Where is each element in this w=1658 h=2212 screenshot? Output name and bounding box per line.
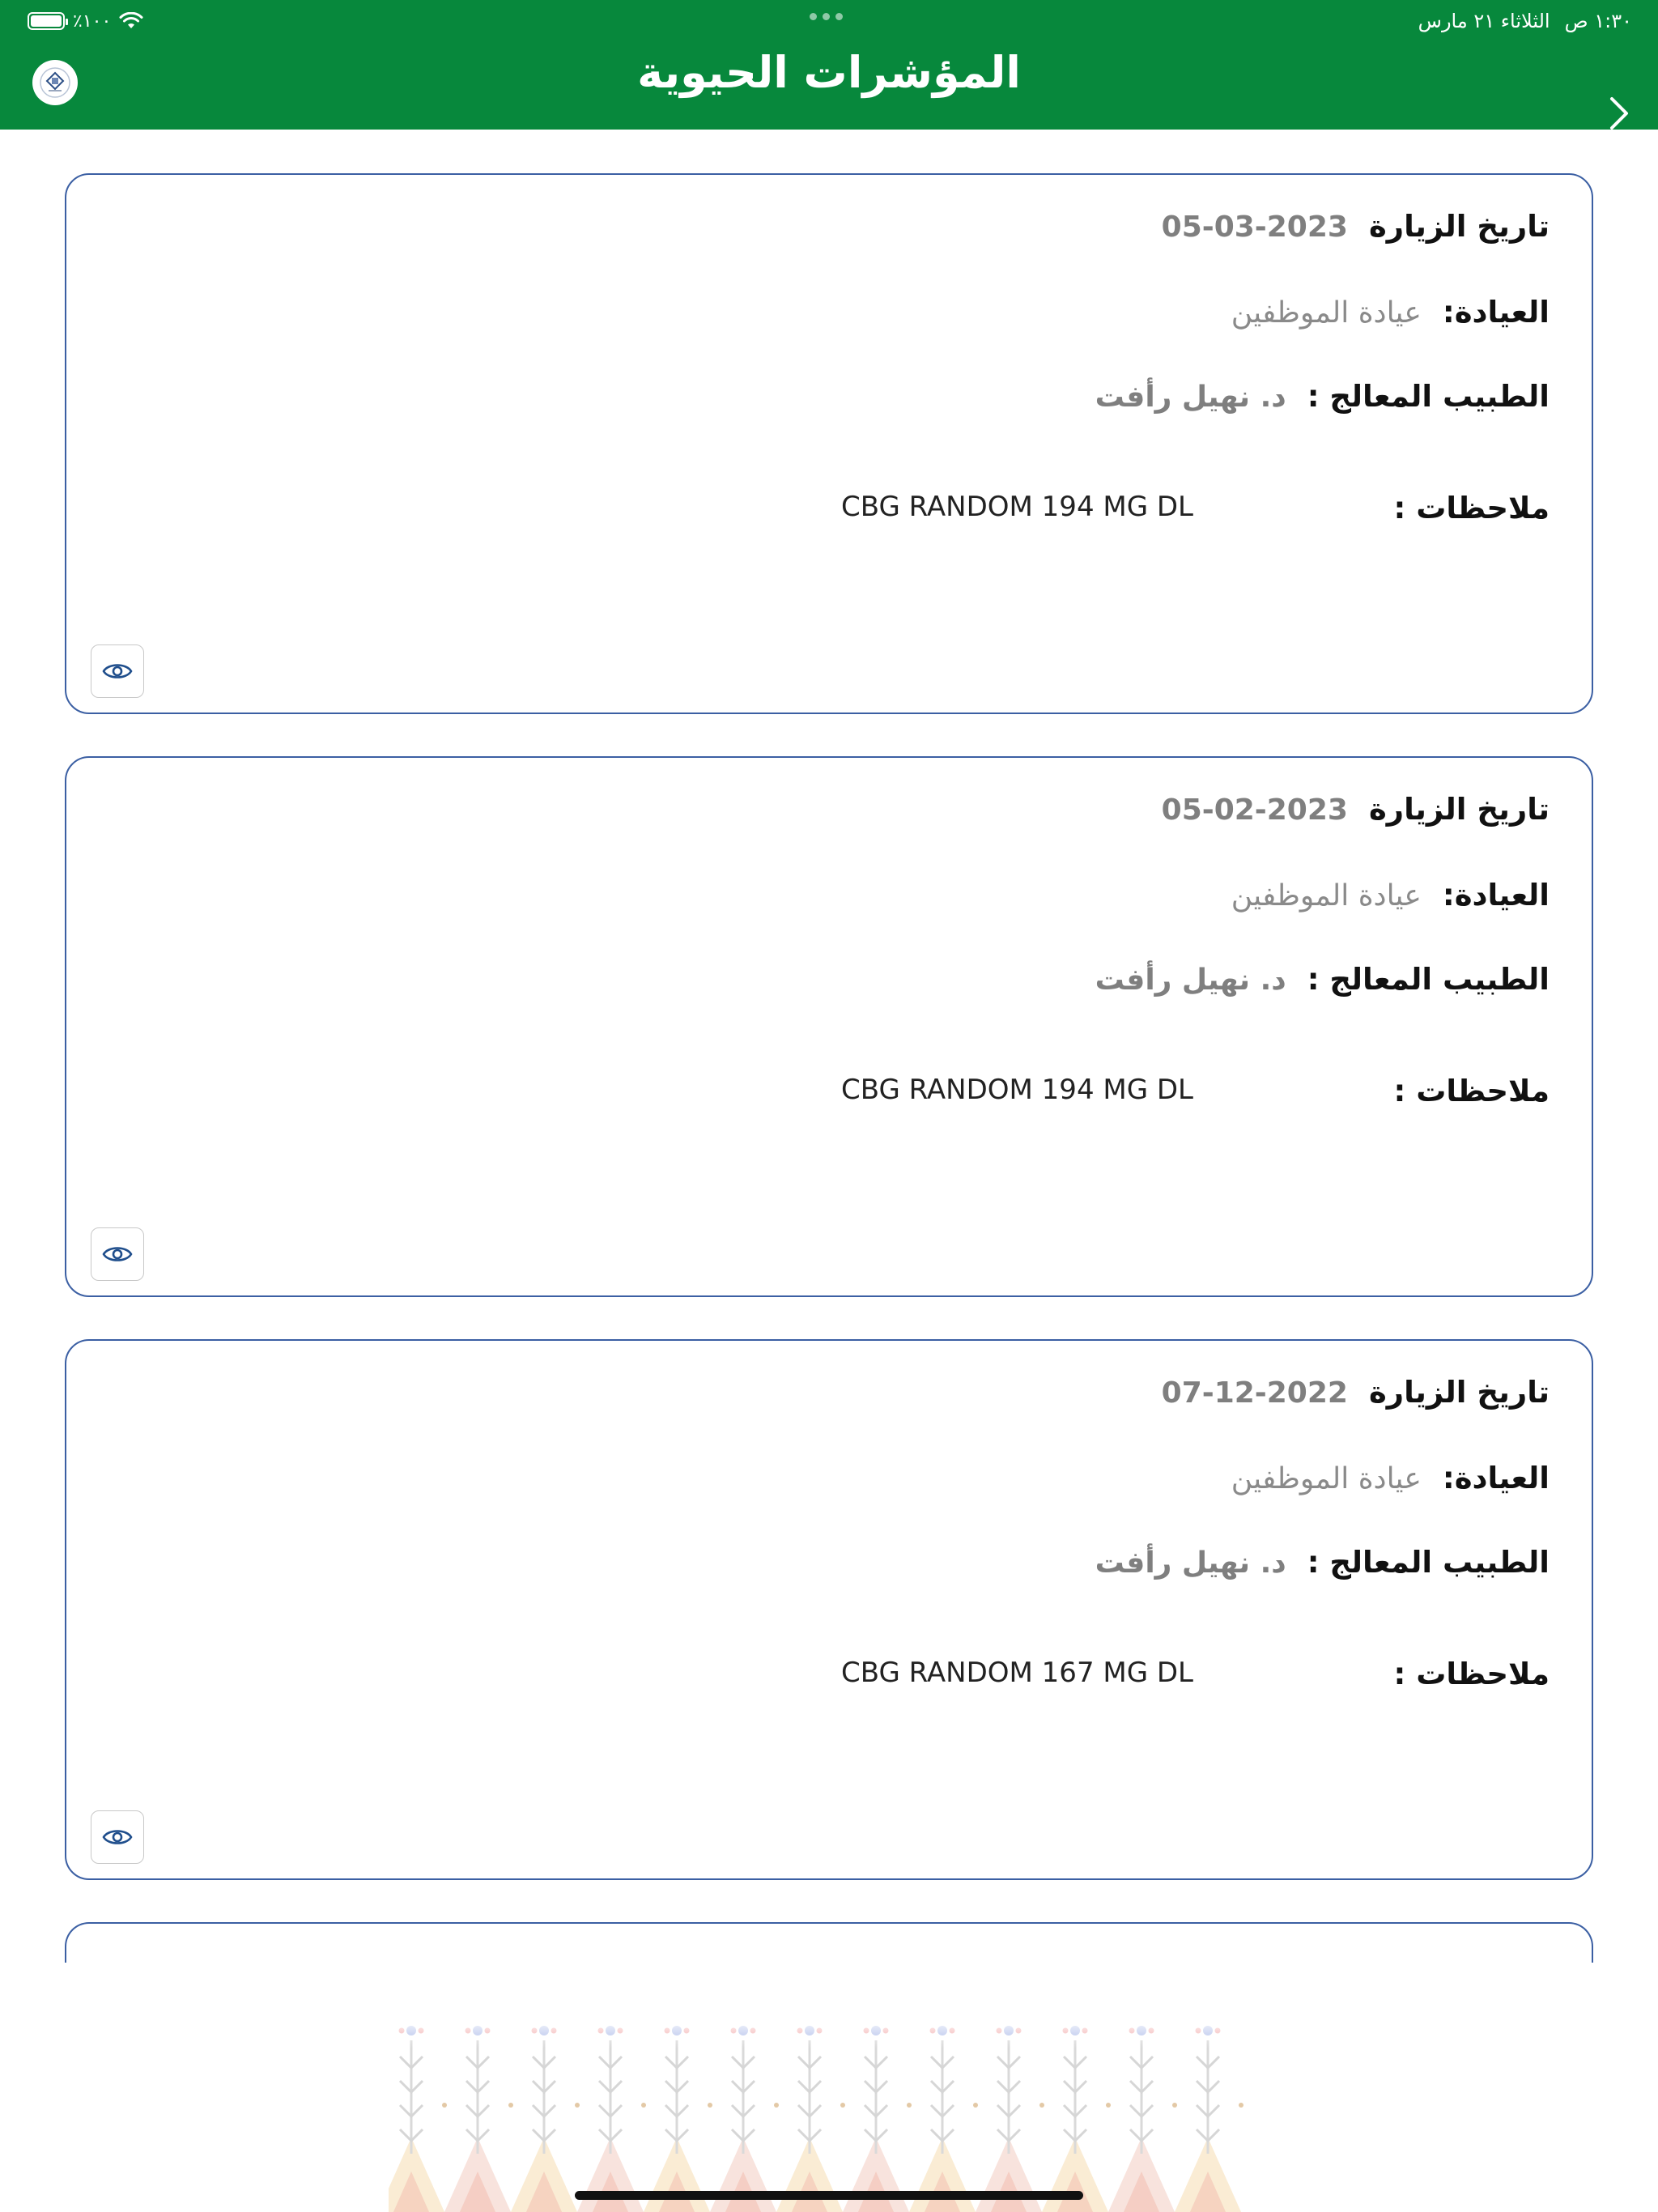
notes-value: CBG RANDOM 167 MG DL <box>841 1657 1193 1689</box>
clinic-value: عيادة الموظفين <box>1231 296 1422 330</box>
visit-date-value: 05-03-2023 <box>1161 211 1348 244</box>
clinic-value: عيادة الموظفين <box>1231 1462 1422 1495</box>
doctor-row: الطبيب المعالج : د. نهيل رأفت <box>1095 379 1550 414</box>
doctor-row: الطبيب المعالج : د. نهيل رأفت <box>1095 962 1550 997</box>
visit-date-label: تاريخ الزيارة <box>1368 792 1550 827</box>
view-details-button[interactable] <box>91 1227 144 1281</box>
visit-card: تاريخ الزيارة 05-03-2023 العيادة: عيادة … <box>65 173 1593 714</box>
doctor-value: د. نهيل رأفت <box>1095 963 1286 997</box>
decorative-pattern <box>389 2016 1263 2212</box>
page-title: المؤشرات الحيوية <box>637 47 1021 98</box>
view-details-button[interactable] <box>91 644 144 698</box>
doctor-value: د. نهيل رأفت <box>1095 1546 1286 1580</box>
clinic-label: العيادة: <box>1442 295 1550 330</box>
multitasking-dots[interactable] <box>810 13 843 20</box>
clinic-label: العيادة: <box>1442 1461 1550 1495</box>
visit-date-label: تاريخ الزيارة <box>1368 1375 1550 1410</box>
notes-label: ملاحظات : <box>1393 1074 1550 1108</box>
visit-card: تاريخ الزيارة 07-12-2022 العيادة: عيادة … <box>65 1339 1593 1880</box>
clinic-value: عيادة الموظفين <box>1231 879 1422 912</box>
status-time: ١:٣٠ ص <box>1564 10 1632 32</box>
visit-date-row: تاريخ الزيارة 07-12-2022 <box>1162 1375 1550 1410</box>
back-button[interactable] <box>1603 91 1635 136</box>
doctor-label: الطبيب المعالج : <box>1307 962 1550 997</box>
notes-value: CBG RANDOM 194 MG DL <box>841 491 1193 523</box>
visit-date-value: 07-12-2022 <box>1161 1376 1348 1410</box>
doctor-row: الطبيب المعالج : د. نهيل رأفت <box>1095 1545 1550 1580</box>
visit-date-value: 05-02-2023 <box>1161 793 1348 827</box>
wifi-icon <box>119 12 143 28</box>
chevron-right-icon <box>1610 97 1628 130</box>
doctor-label: الطبيب المعالج : <box>1307 379 1550 414</box>
notes-label: ملاحظات : <box>1393 491 1550 525</box>
notes-value: CBG RANDOM 194 MG DL <box>841 1074 1193 1106</box>
doctor-label: الطبيب المعالج : <box>1307 1545 1550 1580</box>
notes-label: ملاحظات : <box>1393 1657 1550 1691</box>
visit-date-label: تاريخ الزيارة <box>1368 209 1550 244</box>
eye-icon <box>102 1247 133 1261</box>
clinic-label: العيادة: <box>1442 878 1550 912</box>
visit-date-row: تاريخ الزيارة 05-03-2023 <box>1162 209 1550 244</box>
status-bar-left: ٪١٠٠ <box>28 6 143 36</box>
logo-icon <box>32 60 78 105</box>
home-indicator[interactable] <box>575 2191 1083 2200</box>
eye-icon <box>102 664 133 678</box>
view-details-button[interactable] <box>91 1810 144 1864</box>
status-date: الثلاثاء ٢١ مارس <box>1418 10 1550 32</box>
status-bar-right: ١:٣٠ ص الثلاثاء ٢١ مارس <box>1418 6 1632 36</box>
visit-date-row: تاريخ الزيارة 05-02-2023 <box>1162 792 1550 827</box>
clinic-row: العيادة: عيادة الموظفين <box>1231 878 1550 912</box>
doctor-value: د. نهيل رأفت <box>1095 381 1286 414</box>
visit-card: تاريخ الزيارة 05-02-2023 العيادة: عيادة … <box>65 756 1593 1297</box>
battery-icon <box>28 12 68 30</box>
clinic-row: العيادة: عيادة الموظفين <box>1231 1461 1550 1495</box>
eye-icon <box>102 1830 133 1844</box>
clinic-row: العيادة: عيادة الموظفين <box>1231 295 1550 330</box>
app-header: ٪١٠٠ ١:٣٠ ص الثلاثاء ٢١ مارس المؤشرات ال… <box>0 0 1658 130</box>
battery-level: ٪١٠٠ <box>73 11 112 32</box>
